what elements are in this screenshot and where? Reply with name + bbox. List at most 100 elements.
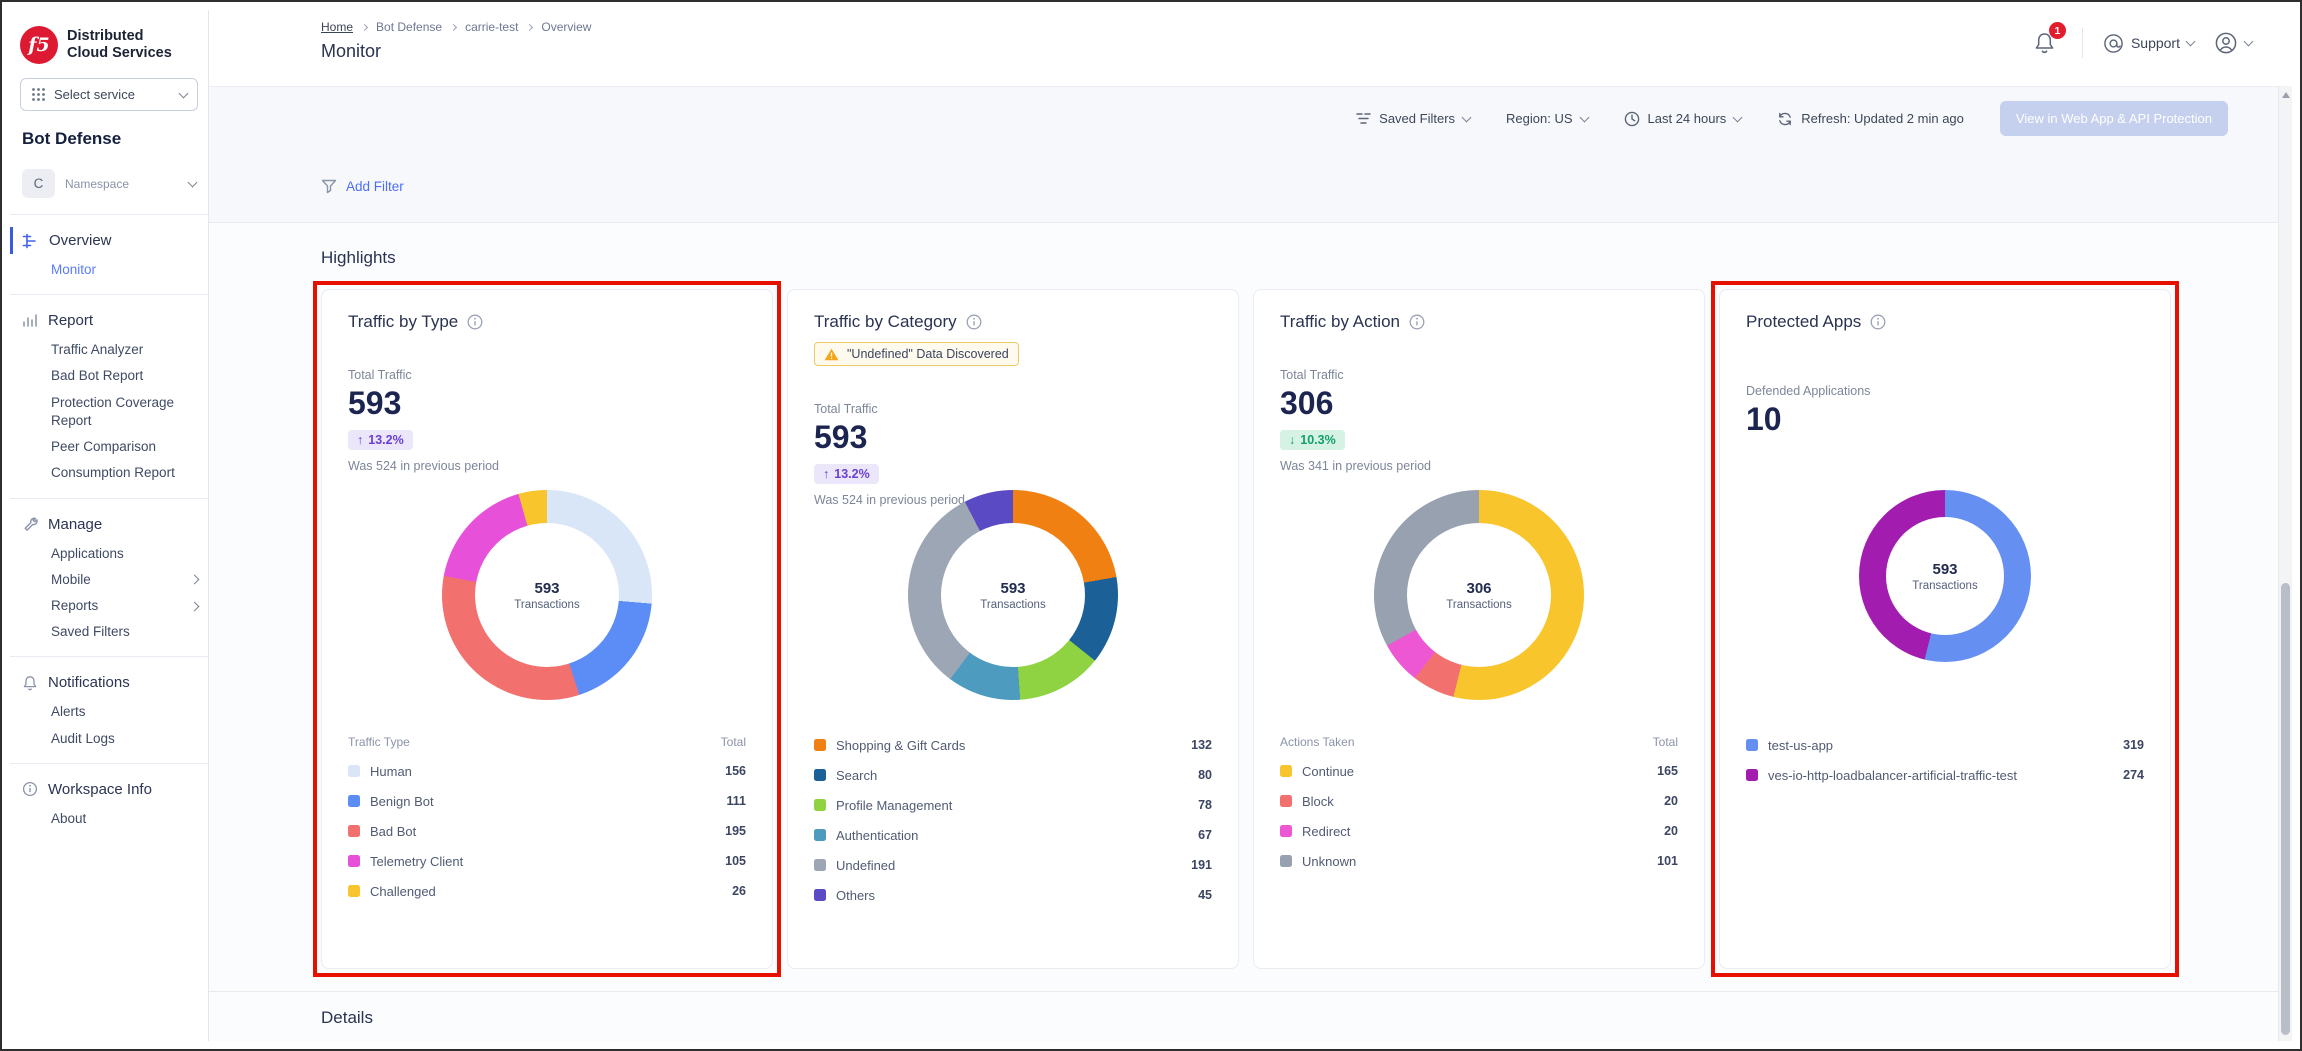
legend-item[interactable]: Block 20 (1280, 786, 1678, 816)
legend-item[interactable]: Benign Bot 111 (348, 786, 746, 816)
undefined-data-warning-badge[interactable]: "Undefined" Data Discovered (814, 342, 1019, 366)
legend-item[interactable]: Redirect 20 (1280, 816, 1678, 846)
legend-item[interactable]: Search 80 (814, 760, 1212, 790)
namespace-selector[interactable]: C Namespace (10, 165, 208, 215)
legend-item[interactable]: Shopping & Gift Cards 132 (814, 730, 1212, 760)
sidebar-item-mobile[interactable]: Mobile (10, 567, 208, 593)
chevron-down-icon (1462, 112, 1472, 122)
sidebar-item-consumption-report[interactable]: Consumption Report (10, 460, 208, 486)
legend-item[interactable]: Authentication 67 (814, 820, 1212, 850)
legend-item[interactable]: Challenged 26 (348, 876, 746, 906)
chevron-right-icon (361, 23, 368, 30)
card-traffic-by-type: Traffic by Type Total Traffic 593 ↑ 13.2… (321, 289, 773, 969)
legend-item[interactable]: Continue 165 (1280, 756, 1678, 786)
stat-label: Total Traffic (814, 402, 1212, 416)
legend-item[interactable]: Telemetry Client 105 (348, 846, 746, 876)
sidebar-item-audit-logs[interactable]: Audit Logs (10, 726, 208, 752)
legend-item[interactable]: Others 45 (814, 880, 1212, 910)
info-icon[interactable] (1870, 314, 1886, 330)
legend-label: Bad Bot (370, 824, 416, 839)
breadcrumb-bot-defense[interactable]: Bot Defense (376, 20, 442, 34)
saved-filters-dropdown[interactable]: Saved Filters (1356, 111, 1470, 126)
sidebar-item-saved-filters[interactable]: Saved Filters (10, 619, 208, 645)
brand-name: Distributed Cloud Services (67, 28, 172, 61)
legend-swatch (1280, 825, 1292, 837)
legend-item[interactable]: Bad Bot 195 (348, 816, 746, 846)
stat-value: 306 (1280, 387, 1678, 421)
brand-line2: Cloud Services (67, 45, 172, 62)
sidebar-item-protection-coverage-report[interactable]: Protection Coverage Report (10, 390, 208, 434)
overview-icon (22, 233, 39, 249)
sidebar-item-workspace-info[interactable]: Workspace Info (10, 773, 208, 806)
sidebar-item-traffic-analyzer[interactable]: Traffic Analyzer (10, 337, 208, 363)
namespace-avatar: C (22, 169, 55, 198)
info-icon[interactable] (966, 314, 982, 330)
donut-ring: 306 Transactions (1374, 490, 1584, 700)
legend-label: Human (370, 764, 412, 779)
breadcrumb-overview: Overview (541, 20, 591, 34)
donut-chart-protected-apps[interactable]: 593 Transactions (1859, 490, 2031, 662)
donut-chart-traffic-by-category[interactable]: 593 Transactions (908, 490, 1118, 700)
view-in-waap-button[interactable]: View in Web App & API Protection (2000, 101, 2228, 136)
donut-chart-traffic-by-action[interactable]: 306 Transactions (1374, 490, 1584, 700)
sidebar-item-peer-comparison[interactable]: Peer Comparison (10, 434, 208, 460)
legend-swatch (1280, 765, 1292, 777)
add-filter-button[interactable]: Add Filter (321, 178, 404, 194)
sidebar-item-label: Notifications (48, 674, 130, 691)
notifications-bell-button[interactable]: 1 (2027, 29, 2062, 57)
region-label: Region: US (1506, 111, 1572, 126)
legend-header: Traffic Type Total (348, 730, 746, 754)
legend-label: Unknown (1302, 854, 1356, 869)
vertical-scrollbar[interactable] (2278, 86, 2292, 1041)
add-filter-row: Add Filter (209, 150, 2292, 222)
info-icon[interactable] (467, 314, 483, 330)
info-icon[interactable] (1409, 314, 1425, 330)
scrollbar-thumb[interactable] (2281, 583, 2290, 1035)
legend-label: Redirect (1302, 824, 1350, 839)
sidebar-item-manage[interactable]: Manage (10, 508, 208, 541)
sidebar-item-notifications[interactable]: Notifications (10, 666, 208, 699)
sidebar-item-alerts[interactable]: Alerts (10, 699, 208, 725)
legend-item[interactable]: test-us-app 319 (1746, 730, 2144, 760)
donut-chart-traffic-by-type[interactable]: 593 Transactions (442, 490, 652, 700)
content-area: Highlights Traffic by Type Total Traffic (209, 222, 2292, 1041)
scrollbar-up-arrow[interactable] (2282, 92, 2290, 98)
sidebar-item-overview[interactable]: Overview (10, 224, 208, 257)
sidebar-item-about[interactable]: About (10, 806, 208, 832)
legend-header: Actions Taken Total (1280, 730, 1678, 754)
legend-item[interactable]: Human 156 (348, 756, 746, 786)
breadcrumb-namespace[interactable]: carrie-test (465, 20, 518, 34)
arrow-up-icon: ↑ (357, 433, 363, 447)
region-dropdown[interactable]: Region: US (1506, 111, 1587, 126)
legend-item[interactable]: ves-io-http-loadbalancer-artificial-traf… (1746, 760, 2144, 790)
legend-label: Benign Bot (370, 794, 434, 809)
refresh-button[interactable]: Refresh: Updated 2 min ago (1777, 111, 1964, 127)
select-service-dropdown[interactable]: Select service (20, 78, 198, 111)
legend-item[interactable]: Unknown 101 (1280, 846, 1678, 876)
legend-value: 20 (1664, 824, 1678, 838)
account-menu[interactable] (2214, 31, 2252, 55)
refresh-icon (1777, 111, 1793, 127)
sidebar-item-monitor[interactable]: Monitor (10, 257, 208, 283)
legend-item[interactable]: Profile Management 78 (814, 790, 1212, 820)
stat-label: Total Traffic (348, 368, 746, 382)
sidebar-item-applications[interactable]: Applications (10, 541, 208, 567)
change-badge: ↑ 13.2% (814, 464, 879, 484)
page-title: Monitor (321, 41, 591, 62)
card-title: Traffic by Type (348, 312, 458, 332)
support-menu[interactable]: Support (2103, 33, 2194, 54)
sidebar-item-report[interactable]: Report (10, 304, 208, 337)
sidebar-item-bad-bot-report[interactable]: Bad Bot Report (10, 363, 208, 389)
clock-icon (1624, 111, 1640, 127)
sidebar-item-reports[interactable]: Reports (10, 593, 208, 619)
chevron-right-icon (190, 575, 200, 585)
filter-list-icon (1356, 112, 1371, 125)
refresh-label: Refresh: Updated 2 min ago (1801, 111, 1964, 126)
breadcrumb-home[interactable]: Home (321, 20, 353, 34)
legend-item[interactable]: Undefined 191 (814, 850, 1212, 880)
legend-value: 165 (1657, 764, 1678, 778)
donut-center-value: 306 (1466, 580, 1491, 597)
select-service-value: Select service (54, 87, 135, 102)
donut-center-label: 593 Transactions (475, 523, 619, 667)
time-range-dropdown[interactable]: Last 24 hours (1624, 111, 1742, 127)
